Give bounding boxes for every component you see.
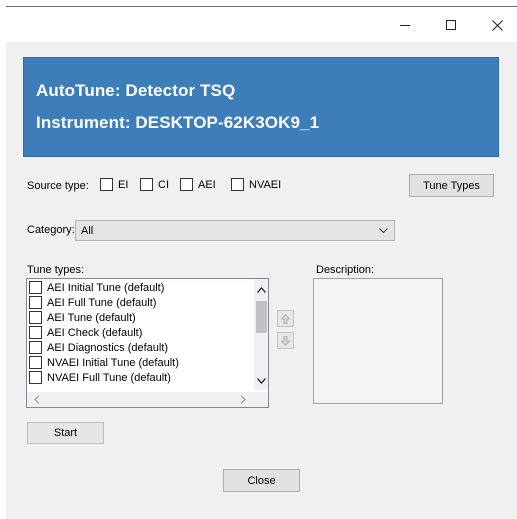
category-label: Category: [27, 224, 75, 236]
list-item-label: AEI Full Tune (default) [47, 296, 157, 309]
source-type-aei-checkbox[interactable]: AEI [180, 178, 216, 191]
checkbox-box[interactable] [29, 281, 42, 294]
category-selected-value: All [81, 224, 94, 237]
list-item[interactable]: AEI Tune (default) [29, 311, 136, 324]
category-select[interactable]: All [75, 220, 395, 241]
arrow-down-icon [281, 335, 290, 346]
list-item-label: AEI Diagnostics (default) [47, 341, 169, 354]
maximize-icon [446, 20, 456, 30]
arrow-up-icon [281, 313, 290, 324]
description-label: Description: [316, 264, 375, 276]
list-item[interactable]: AEI Initial Tune (default) [29, 281, 164, 294]
list-item[interactable]: AEI Full Tune (default) [29, 296, 156, 309]
checkbox-box[interactable] [29, 311, 42, 324]
list-item-label: AEI Check (default) [47, 326, 143, 339]
minimize-button[interactable] [382, 7, 428, 43]
scroll-up-icon [257, 286, 266, 293]
scroll-thumb[interactable] [256, 301, 267, 333]
minimize-icon [400, 24, 410, 26]
checkbox-box[interactable] [29, 371, 42, 384]
scrollbar-corner [254, 392, 268, 407]
source-type-label: Source type: [27, 180, 89, 192]
header-instrument: Instrument: DESKTOP-62K3OK9_1 [36, 113, 320, 132]
checkbox-box[interactable] [231, 178, 244, 191]
list-item-label: NVAEI Full Tune (default) [47, 371, 171, 384]
list-item-label: AEI Tune (default) [47, 311, 136, 324]
checkbox-label: AEI [198, 178, 216, 191]
title-bar [6, 6, 517, 42]
checkbox-label: CI [158, 178, 169, 191]
vertical-scrollbar[interactable] [254, 279, 268, 390]
list-item-label: AEI Initial Tune (default) [47, 281, 165, 294]
scroll-right-button[interactable] [235, 392, 250, 407]
scroll-right-icon [240, 395, 246, 404]
tune-types-button[interactable]: Tune Types [409, 174, 494, 197]
chevron-down-icon [379, 228, 388, 234]
description-box [313, 278, 443, 404]
tune-types-list[interactable]: AEI Initial Tune (default) AEI Full Tune… [26, 278, 269, 408]
list-item[interactable]: AEI Diagnostics (default) [29, 341, 168, 354]
maximize-button[interactable] [428, 7, 474, 43]
checkbox-label: NVAEI [249, 178, 282, 191]
list-item-label: NVAEI Initial Tune (default) [47, 356, 179, 369]
scroll-down-button[interactable] [254, 373, 268, 388]
checkbox-label: EI [118, 178, 129, 191]
source-type-ei-checkbox[interactable]: EI [100, 178, 128, 191]
move-down-button[interactable] [277, 332, 294, 349]
source-type-ci-checkbox[interactable]: CI [140, 178, 169, 191]
scroll-down-icon [257, 377, 266, 384]
move-up-button[interactable] [277, 310, 294, 327]
checkbox-box[interactable] [29, 341, 42, 354]
checkbox-box[interactable] [180, 178, 193, 191]
header-title: AutoTune: Detector TSQ [36, 81, 236, 100]
tune-types-label: Tune types: [27, 264, 85, 276]
checkbox-box[interactable] [29, 356, 42, 369]
scroll-up-button[interactable] [254, 282, 268, 297]
checkbox-box[interactable] [100, 178, 113, 191]
checkbox-box[interactable] [140, 178, 153, 191]
close-icon [491, 19, 503, 31]
list-item[interactable]: NVAEI Full Tune (default) [29, 371, 171, 384]
list-item[interactable]: NVAEI Initial Tune (default) [29, 356, 179, 369]
checkbox-box[interactable] [29, 296, 42, 309]
header-panel: AutoTune: Detector TSQ Instrument: DESKT… [23, 57, 499, 157]
start-button[interactable]: Start [27, 422, 104, 444]
source-type-nvaei-checkbox[interactable]: NVAEI [231, 178, 281, 191]
close-window-button[interactable] [474, 7, 517, 43]
close-button[interactable]: Close [223, 469, 300, 492]
list-item[interactable]: AEI Check (default) [29, 326, 142, 339]
dialog-body: AutoTune: Detector TSQ Instrument: DESKT… [6, 42, 517, 519]
checkbox-box[interactable] [29, 326, 42, 339]
scroll-left-button[interactable] [29, 392, 44, 407]
scroll-left-icon [33, 395, 39, 404]
horizontal-scrollbar[interactable] [27, 392, 254, 407]
